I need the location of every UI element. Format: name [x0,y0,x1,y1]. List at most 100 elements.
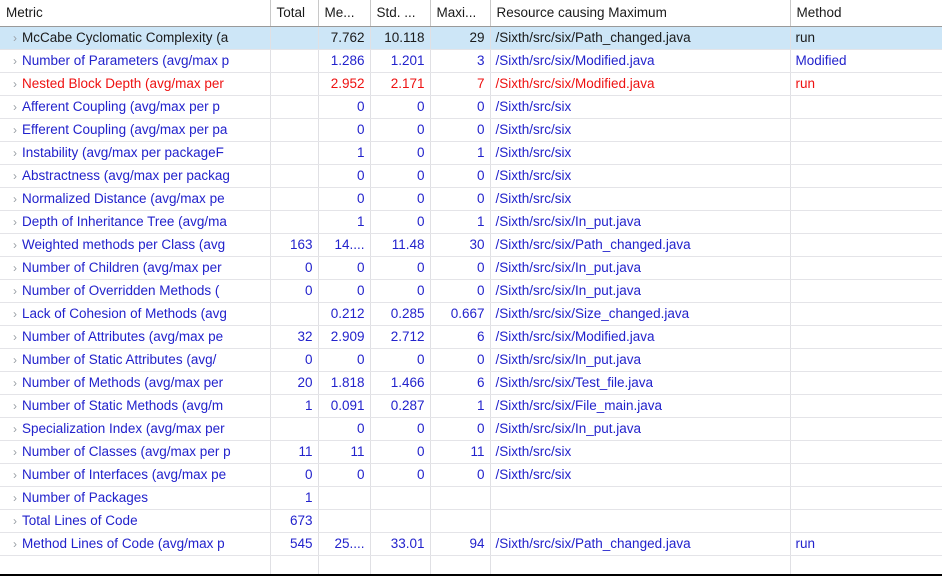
metric-maximum-cell: 94 [430,532,491,556]
table-row[interactable]: › Number of Interfaces (avg/max pe 0 0 0 0/Si… [0,463,942,487]
metric-name-cell[interactable]: › Normalized Distance (avg/max pe [0,187,271,211]
metric-name-cell[interactable]: › Number of Children (avg/max per [0,256,271,280]
column-header-total[interactable]: Total [270,0,319,27]
metric-maximum-cell: 0.667 [430,302,491,326]
table-row[interactable]: › Number of Overridden Methods (0 0 0 0/Sixt… [0,279,942,303]
table-row[interactable]: › Depth of Inheritance Tree (avg/ma 1 0 1/Si… [0,210,942,234]
expand-chevron-right-icon[interactable]: › [8,165,22,187]
table-row[interactable]: › Weighted methods per Class (avg 163 14...… [0,233,942,257]
expand-chevron-right-icon[interactable]: › [8,142,22,164]
expand-chevron-right-icon[interactable]: › [8,372,22,394]
metric-method-cell: run [790,26,942,50]
table-row[interactable]: › Normalized Distance (avg/max pe 0 0 0/Sixt… [0,187,942,211]
metric-std-dev-cell: 0 [370,164,431,188]
column-header-resource[interactable]: Resource causing Maximum [490,0,791,27]
expand-chevron-right-icon[interactable]: › [8,188,22,210]
table-row[interactable]: › Number of Classes (avg/max per p 11 11 0 11… [0,440,942,464]
expand-chevron-right-icon[interactable]: › [8,510,22,532]
table-row[interactable]: › Lack of Cohesion of Methods (avg 0.212 0.… [0,302,942,326]
table-row[interactable]: › Method Lines of Code (avg/max p 545 25...… [0,532,942,556]
table-row[interactable]: › Instability (avg/max per packageF 1 0 1/Si… [0,141,942,165]
column-header-method[interactable]: Method [790,0,942,27]
metric-resource-cell: /Sixth/src/six/Modified.java [490,72,791,96]
metric-std-dev-cell: 0.287 [370,394,431,418]
metric-name-cell[interactable]: › Afferent Coupling (avg/max per p [0,95,271,119]
metric-name-cell[interactable]: › Number of Static Attributes (avg/ [0,348,271,372]
table-row[interactable]: › Total Lines of Code 673 [0,509,942,533]
expand-chevron-right-icon[interactable]: › [8,27,22,49]
metric-name-cell[interactable]: › Depth of Inheritance Tree (avg/ma [0,210,271,234]
expand-chevron-right-icon[interactable]: › [8,96,22,118]
column-header-mean[interactable]: Me... [318,0,371,27]
table-row[interactable]: › Number of Parameters (avg/max p 1.286 1.2… [0,49,942,73]
metric-name-cell[interactable]: › Total Lines of Code [0,509,271,533]
metric-name-cell[interactable]: › Number of Static Methods (avg/m [0,394,271,418]
expand-chevron-right-icon[interactable]: › [8,326,22,348]
table-row[interactable]: › Afferent Coupling (avg/max per p 0 0 0/Six… [0,95,942,119]
table-row[interactable]: › Nested Block Depth (avg/max per 2.952 2.1… [0,72,942,96]
metric-std-dev-cell: 0 [370,463,431,487]
metric-method-cell [790,210,942,234]
expand-chevron-right-icon[interactable]: › [8,234,22,256]
expand-chevron-right-icon[interactable]: › [8,211,22,233]
table-row[interactable]: › Number of Packages 1 [0,486,942,510]
metric-name-cell[interactable]: › Specialization Index (avg/max per [0,417,271,441]
expand-chevron-right-icon[interactable]: › [8,487,22,509]
metric-name-cell[interactable]: › Number of Interfaces (avg/max pe [0,463,271,487]
metric-total-cell [270,95,319,119]
metric-std-dev-cell: 0 [370,141,431,165]
metric-std-dev-cell: 0 [370,417,431,441]
metric-label: Abstractness (avg/max per packag [22,167,230,183]
column-header-std-dev[interactable]: Std. ... [370,0,431,27]
table-empty-cell [0,555,271,574]
metric-method-cell [790,141,942,165]
metric-method-cell [790,440,942,464]
metric-std-dev-cell: 1.466 [370,371,431,395]
metric-name-cell[interactable]: › Number of Methods (avg/max per [0,371,271,395]
metric-name-cell[interactable]: › Instability (avg/max per packageF [0,141,271,165]
metric-name-cell[interactable]: › Number of Attributes (avg/max pe [0,325,271,349]
metric-name-cell[interactable]: › McCabe Cyclomatic Complexity (a [0,26,271,50]
metric-method-cell [790,279,942,303]
table-row[interactable]: › Number of Static Attributes (avg/0 0 0 0/S… [0,348,942,372]
table-row[interactable]: › Efferent Coupling (avg/max per pa 0 0 0/Si… [0,118,942,142]
metric-std-dev-cell: 0 [370,348,431,372]
metric-name-cell[interactable]: › Number of Overridden Methods ( [0,279,271,303]
metric-name-cell[interactable]: › Weighted methods per Class (avg [0,233,271,257]
metric-label: Number of Overridden Methods ( [22,282,220,298]
metric-name-cell[interactable]: › Nested Block Depth (avg/max per [0,72,271,96]
table-row[interactable]: › Number of Static Methods (avg/m 1 0.091 0.… [0,394,942,418]
metric-name-cell[interactable]: › Number of Packages [0,486,271,510]
expand-chevron-right-icon[interactable]: › [8,441,22,463]
metric-resource-cell: /Sixth/src/six [490,187,791,211]
table-row[interactable]: › Abstractness (avg/max per packag 0 0 0/Six… [0,164,942,188]
column-header-maximum[interactable]: Maxi... [430,0,491,27]
expand-chevron-right-icon[interactable]: › [8,349,22,371]
expand-chevron-right-icon[interactable]: › [8,418,22,440]
expand-chevron-right-icon[interactable]: › [8,257,22,279]
expand-chevron-right-icon[interactable]: › [8,303,22,325]
expand-chevron-right-icon[interactable]: › [8,533,22,555]
table-row[interactable]: › Number of Attributes (avg/max pe 32 2.909… [0,325,942,349]
expand-chevron-right-icon[interactable]: › [8,50,22,72]
column-header-metric[interactable]: Metric [0,0,271,27]
metric-name-cell[interactable]: › Number of Classes (avg/max per p [0,440,271,464]
table-row[interactable]: › Specialization Index (avg/max per 0 0 0/Si… [0,417,942,441]
table-row[interactable]: › Number of Children (avg/max per 0 0 0 0/Six… [0,256,942,280]
metric-name-cell[interactable]: › Abstractness (avg/max per packag [0,164,271,188]
expand-chevron-right-icon[interactable]: › [8,395,22,417]
expand-chevron-right-icon[interactable]: › [8,280,22,302]
metric-name-cell[interactable]: › Efferent Coupling (avg/max per pa [0,118,271,142]
metric-name-cell[interactable]: › Lack of Cohesion of Methods (avg [0,302,271,326]
table-row[interactable]: › McCabe Cyclomatic Complexity (a 7.762 10.… [0,26,942,50]
expand-chevron-right-icon[interactable]: › [8,464,22,486]
metric-name-cell[interactable]: › Method Lines of Code (avg/max p [0,532,271,556]
metric-label: Number of Static Attributes (avg/ [22,351,217,367]
expand-chevron-right-icon[interactable]: › [8,119,22,141]
metric-maximum-cell: 6 [430,325,491,349]
metric-name-cell[interactable]: › Number of Parameters (avg/max p [0,49,271,73]
expand-chevron-right-icon[interactable]: › [8,73,22,95]
metric-maximum-cell: 0 [430,417,491,441]
metric-resource-cell: /Sixth/src/six [490,164,791,188]
table-row[interactable]: › Number of Methods (avg/max per 20 1.818 1.… [0,371,942,395]
